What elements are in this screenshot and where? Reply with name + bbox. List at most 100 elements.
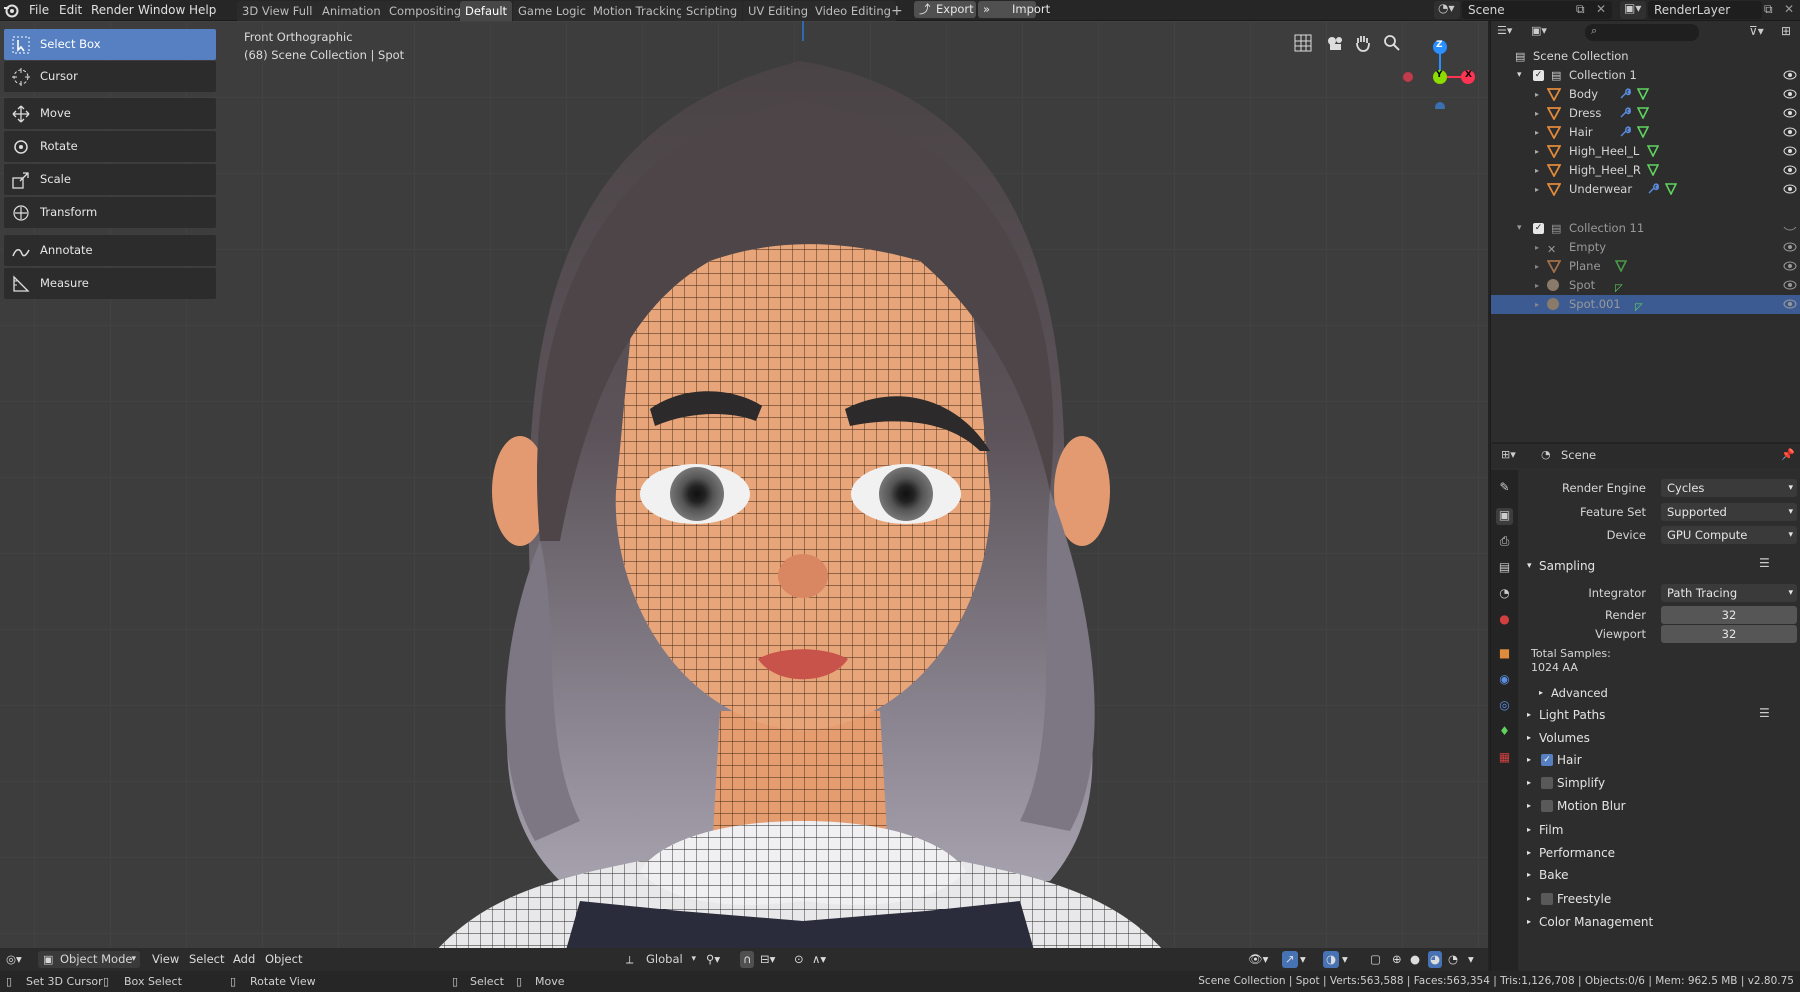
eye-icon[interactable] bbox=[1783, 145, 1797, 157]
menu-render[interactable]: Render bbox=[91, 2, 134, 19]
outliner-row-object[interactable]: ▸ Hair bbox=[1491, 123, 1800, 142]
renderlayer-name-field[interactable]: RenderLayer bbox=[1648, 1, 1762, 19]
render-tab-icon[interactable]: ▣ bbox=[1496, 508, 1513, 525]
checkbox-icon[interactable]: ✓ bbox=[1533, 70, 1544, 81]
tab-motion-tracking[interactable]: Motion Tracking bbox=[588, 1, 689, 21]
shading-menu-icon[interactable]: ▾ bbox=[1468, 951, 1474, 968]
rendered-shading-icon[interactable]: ◔ bbox=[1448, 951, 1458, 968]
export-button[interactable]: ⤴ Export bbox=[914, 1, 976, 18]
object-data-tab-icon[interactable]: ♦ bbox=[1496, 724, 1513, 741]
expand-toggle-icon[interactable]: ▸ bbox=[1535, 142, 1539, 161]
tool-transform[interactable]: Transform bbox=[4, 197, 216, 228]
import-button[interactable]: » Import bbox=[978, 1, 1050, 18]
pan-hand-icon[interactable] bbox=[1354, 34, 1372, 52]
outliner-display-mode-icon[interactable]: ☰▾ bbox=[1497, 24, 1527, 41]
outliner-row-object[interactable]: ▸ Spot.001 ◸ bbox=[1491, 295, 1800, 314]
expand-toggle-icon[interactable]: ▸ bbox=[1535, 238, 1539, 257]
tab-scripting[interactable]: Scripting bbox=[681, 1, 743, 21]
checkbox-icon[interactable]: ✓ bbox=[1533, 223, 1544, 234]
renderlayer-browse-button[interactable]: ▣▾ bbox=[1620, 1, 1646, 19]
properties-editor-type-icon[interactable]: ⊞▾ bbox=[1501, 448, 1516, 461]
menu-help[interactable]: Help bbox=[189, 2, 216, 19]
falloff-icon[interactable]: ∧▾ bbox=[812, 951, 826, 968]
close-layer-icon[interactable]: ✕ bbox=[1784, 2, 1794, 16]
outliner-row-object[interactable]: ▸ Dress bbox=[1491, 104, 1800, 123]
close-scene-icon[interactable]: ✕ bbox=[1596, 2, 1606, 16]
eye-icon[interactable] bbox=[1783, 260, 1797, 272]
panel-enable-checkbox[interactable] bbox=[1541, 777, 1553, 789]
overlay-toggle-icon[interactable]: ◑ bbox=[1323, 951, 1340, 968]
mesh-data-icon[interactable] bbox=[1615, 260, 1627, 272]
proportional-edit-icon[interactable]: ⊙ bbox=[794, 951, 804, 968]
modifier-wrench-icon[interactable] bbox=[1647, 183, 1659, 195]
modifier-wrench-icon[interactable] bbox=[1619, 126, 1631, 138]
outliner-row-collection-11[interactable]: ▾ ✓ ▤ Collection 11 bbox=[1491, 219, 1800, 238]
mesh-data-icon[interactable] bbox=[1637, 88, 1649, 100]
physics-tab-icon[interactable]: ◎ bbox=[1496, 698, 1513, 715]
expand-toggle-icon[interactable]: ▸ bbox=[1535, 257, 1539, 276]
material-shading-icon[interactable]: ◕ bbox=[1428, 951, 1443, 968]
menu-edit[interactable]: Edit bbox=[59, 2, 82, 19]
expand-toggle-icon[interactable]: ▾ bbox=[1517, 66, 1522, 85]
outliner-search-input[interactable]: ⌕ bbox=[1585, 24, 1699, 41]
light-paths-presets-icon[interactable]: ☰ bbox=[1759, 706, 1770, 720]
eye-icon[interactable] bbox=[1783, 164, 1797, 176]
gizmo-menu-icon[interactable]: ▾ bbox=[1300, 951, 1306, 968]
mode-selector[interactable]: ▣ Object Mode ▾ bbox=[38, 951, 140, 968]
expand-toggle-icon[interactable]: ▸ bbox=[1535, 161, 1539, 180]
texture-tab-icon[interactable]: ▦ bbox=[1496, 750, 1513, 767]
tool-tab-icon[interactable]: ✎ bbox=[1496, 480, 1513, 497]
mesh-data-icon[interactable] bbox=[1647, 164, 1659, 176]
tool-scale[interactable]: Scale bbox=[4, 164, 216, 195]
eye-icon[interactable] bbox=[1783, 107, 1797, 119]
eye-hidden-icon[interactable] bbox=[1783, 222, 1797, 234]
toggle-grid-icon[interactable] bbox=[1294, 34, 1312, 52]
expand-toggle-icon[interactable]: ▾ bbox=[1517, 219, 1522, 238]
xray-icon[interactable]: ▢ bbox=[1370, 951, 1381, 968]
tool-cursor[interactable]: Cursor bbox=[4, 61, 216, 92]
pivot-icon[interactable]: ⚲▾ bbox=[706, 951, 720, 968]
tab-video-editing[interactable]: Video Editing bbox=[810, 1, 896, 21]
solid-shading-icon[interactable]: ● bbox=[1410, 951, 1420, 968]
panel-enable-checkbox[interactable] bbox=[1541, 893, 1553, 905]
outliner-row-object[interactable]: ▸ Spot ◸ bbox=[1491, 276, 1800, 295]
snap-toggle-icon[interactable]: ∩ bbox=[740, 951, 755, 968]
outliner-row-object[interactable]: ▸ Underwear bbox=[1491, 180, 1800, 199]
orientation-selector[interactable]: ⟂ Global ▾ bbox=[624, 951, 698, 968]
device-select[interactable]: GPU Compute ▾ bbox=[1661, 526, 1797, 544]
eye-icon[interactable] bbox=[1783, 88, 1797, 100]
gizmo-toggle-icon[interactable]: ↗ bbox=[1282, 951, 1298, 968]
expand-toggle-icon[interactable]: ▸ bbox=[1535, 295, 1539, 314]
3d-viewport[interactable]: Select Box Cursor Move Rotate Scale Tran… bbox=[0, 21, 1488, 971]
menu-file[interactable]: File bbox=[29, 2, 49, 19]
add-workspace-button[interactable]: + bbox=[886, 1, 908, 21]
editor-type-icon[interactable]: ◎▾ bbox=[6, 951, 22, 968]
panel-enable-checkbox[interactable]: ✓ bbox=[1541, 754, 1553, 766]
wireframe-shading-icon[interactable]: ⊕ bbox=[1392, 951, 1402, 968]
new-collection-icon[interactable]: ⊞ bbox=[1781, 24, 1791, 38]
tab-game-logic[interactable]: Game Logic bbox=[513, 1, 591, 21]
tab-default[interactable]: Default bbox=[460, 1, 513, 21]
outliner-row-object[interactable]: ▸ ✕ Empty bbox=[1491, 238, 1800, 257]
render-samples-field[interactable]: 32 bbox=[1661, 606, 1797, 624]
integrator-select[interactable]: Path Tracing ▾ bbox=[1661, 584, 1797, 602]
tool-move[interactable]: Move bbox=[4, 98, 216, 129]
camera-view-icon[interactable] bbox=[1326, 34, 1346, 52]
tab-uv-editing[interactable]: UV Editing bbox=[743, 1, 813, 21]
tab-compositing[interactable]: Compositing bbox=[384, 1, 467, 21]
expand-toggle-icon[interactable]: ▸ bbox=[1535, 85, 1539, 104]
menu-window[interactable]: Window bbox=[138, 2, 185, 19]
filter-icon[interactable]: ⊽▾ bbox=[1749, 24, 1764, 38]
mesh-data-icon[interactable] bbox=[1637, 107, 1649, 119]
menu-object[interactable]: Object bbox=[265, 951, 302, 968]
outliner-filter-type-icon[interactable]: ▣▾ bbox=[1531, 24, 1561, 41]
expand-toggle-icon[interactable]: ▸ bbox=[1535, 276, 1539, 295]
outliner-row-object[interactable]: ▸ Plane bbox=[1491, 257, 1800, 276]
view-layer-tab-icon[interactable]: ▤ bbox=[1496, 560, 1513, 577]
tool-rotate[interactable]: Rotate bbox=[4, 131, 216, 162]
tab-animation[interactable]: Animation bbox=[317, 1, 386, 21]
tool-annotate[interactable]: Annotate bbox=[4, 235, 216, 266]
outliner-row-scene-collection[interactable]: ▤ Scene Collection bbox=[1491, 47, 1800, 66]
scene-browse-button[interactable]: ◔▾ bbox=[1434, 1, 1460, 19]
scene-tab-icon[interactable]: ◔ bbox=[1496, 586, 1513, 603]
